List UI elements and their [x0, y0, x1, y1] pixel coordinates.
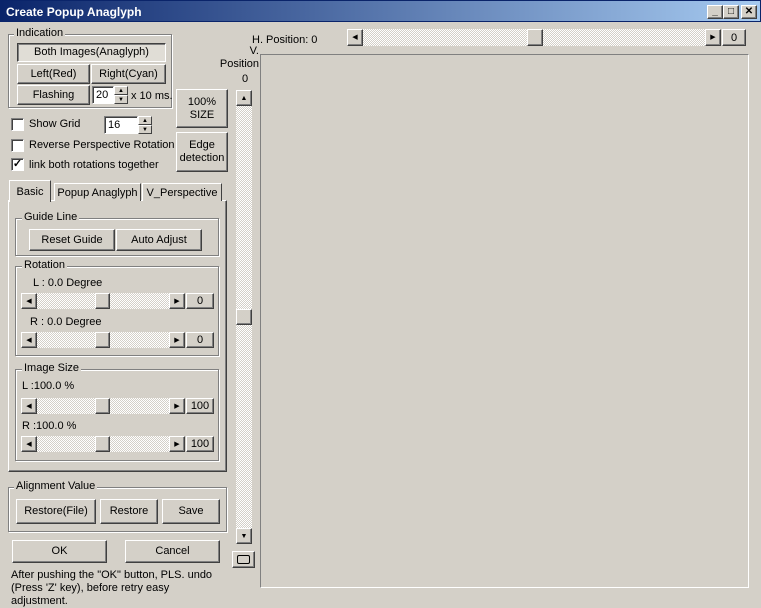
image-size-left-value[interactable]: 100 — [186, 398, 214, 414]
show-grid-label: Show Grid — [29, 118, 81, 130]
image-size-left-label: L :100.0 % — [22, 380, 75, 392]
right-cyan-button[interactable]: Right(Cyan) — [91, 64, 166, 84]
alignment-group-label: Alignment Value — [14, 480, 98, 492]
indication-group-label: Indication — [14, 27, 66, 39]
footer-note: After pushing the "OK" button, PLS. undo… — [11, 569, 213, 607]
image-size-group-label: Image Size — [22, 362, 82, 374]
rotation-left-thumb[interactable] — [95, 293, 110, 309]
arrow-down-icon[interactable]: ▼ — [236, 528, 252, 544]
minimize-button[interactable]: _ — [707, 5, 723, 19]
guide-line-group-label: Guide Line — [22, 211, 80, 223]
reset-guide-button[interactable]: Reset Guide — [29, 229, 115, 251]
v-position-value: 0 — [242, 73, 249, 85]
close-button[interactable]: ✕ — [741, 5, 757, 19]
left-red-button[interactable]: Left(Red) — [17, 64, 90, 84]
preview-canvas[interactable] — [260, 54, 749, 588]
rotation-right-value[interactable]: 0 — [186, 332, 214, 348]
arrow-left-icon[interactable]: ◀ — [21, 293, 37, 309]
link-rotations-checkbox[interactable]: ✓ — [11, 158, 24, 171]
reverse-rotation-checkbox[interactable] — [11, 139, 24, 152]
rotation-right-label: R : 0.0 Degree — [30, 316, 102, 328]
flash-unit-label: x 10 ms. — [131, 90, 173, 102]
image-size-right-value[interactable]: 100 — [186, 436, 214, 452]
show-grid-checkbox[interactable] — [11, 118, 24, 131]
arrow-right-icon[interactable]: ▶ — [169, 332, 185, 348]
auto-adjust-button[interactable]: Auto Adjust — [116, 229, 202, 251]
spin-up-icon[interactable]: ▲ — [114, 86, 128, 95]
arrow-right-icon[interactable]: ▶ — [169, 293, 185, 309]
flash-interval-spinner[interactable]: ▲ ▼ — [114, 86, 128, 104]
image-size-left-thumb[interactable] — [95, 398, 110, 414]
arrow-right-icon[interactable]: ▶ — [705, 29, 721, 46]
link-rotations-label: link both rotations together — [29, 159, 159, 171]
rotation-left-value[interactable]: 0 — [186, 293, 214, 309]
both-images-button[interactable]: Both Images(Anaglyph) — [17, 43, 166, 62]
arrow-left-icon[interactable]: ◀ — [21, 436, 37, 452]
image-size-right-thumb[interactable] — [95, 436, 110, 452]
grid-size-field[interactable]: 16 — [104, 116, 138, 134]
restore-button[interactable]: Restore — [100, 499, 158, 524]
link-icon[interactable] — [232, 551, 255, 568]
spin-down-icon[interactable]: ▼ — [138, 125, 152, 134]
v-position-label: V. Position — [219, 45, 259, 70]
edge-detection-button[interactable]: Edge detection — [176, 132, 228, 172]
grid-size-spinner[interactable]: ▲ ▼ — [138, 116, 152, 134]
tab-basic[interactable]: Basic — [9, 180, 51, 202]
h-position-thumb[interactable] — [527, 29, 543, 46]
ok-button[interactable]: OK — [12, 540, 107, 563]
restore-file-button[interactable]: Restore(File) — [16, 499, 96, 524]
maximize-button[interactable]: □ — [723, 5, 739, 19]
spin-down-icon[interactable]: ▼ — [114, 95, 128, 104]
arrow-left-icon[interactable]: ◀ — [347, 29, 363, 46]
flash-interval-field[interactable]: 20 — [92, 86, 114, 104]
image-size-right-label: R :100.0 % — [22, 420, 77, 432]
size-100-button[interactable]: 100% SIZE — [176, 89, 228, 128]
h-position-value[interactable]: 0 — [722, 29, 746, 46]
title-bar[interactable]: Create Popup Anaglyph _ □ ✕ — [0, 0, 761, 22]
rotation-left-label: L : 0.0 Degree — [33, 277, 103, 289]
tab-v-perspective[interactable]: V_Perspective — [142, 183, 222, 201]
arrow-left-icon[interactable]: ◀ — [21, 332, 37, 348]
h-position-label: H. Position: 0 — [252, 34, 318, 46]
arrow-right-icon[interactable]: ▶ — [169, 398, 185, 414]
flashing-button[interactable]: Flashing — [17, 85, 90, 105]
rotation-group-label: Rotation — [22, 259, 67, 271]
reverse-rotation-label: Reverse Perspective Rotation — [29, 139, 175, 151]
arrow-right-icon[interactable]: ▶ — [169, 436, 185, 452]
spin-up-icon[interactable]: ▲ — [138, 116, 152, 125]
tab-popup-anaglyph[interactable]: Popup Anaglyph — [54, 183, 141, 201]
save-button[interactable]: Save — [162, 499, 220, 524]
window-title: Create Popup Anaglyph — [6, 5, 142, 19]
arrow-up-icon[interactable]: ▲ — [236, 90, 252, 106]
v-position-thumb[interactable] — [236, 309, 252, 325]
arrow-left-icon[interactable]: ◀ — [21, 398, 37, 414]
rotation-right-thumb[interactable] — [95, 332, 110, 348]
cancel-button[interactable]: Cancel — [125, 540, 220, 563]
